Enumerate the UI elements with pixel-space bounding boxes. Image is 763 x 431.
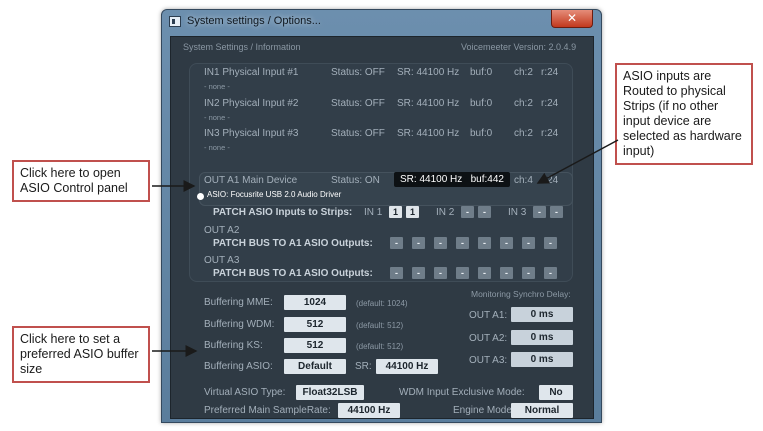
- arrow-to-patch-inputs: [536, 139, 619, 184]
- callout-arrows: [152, 139, 619, 357]
